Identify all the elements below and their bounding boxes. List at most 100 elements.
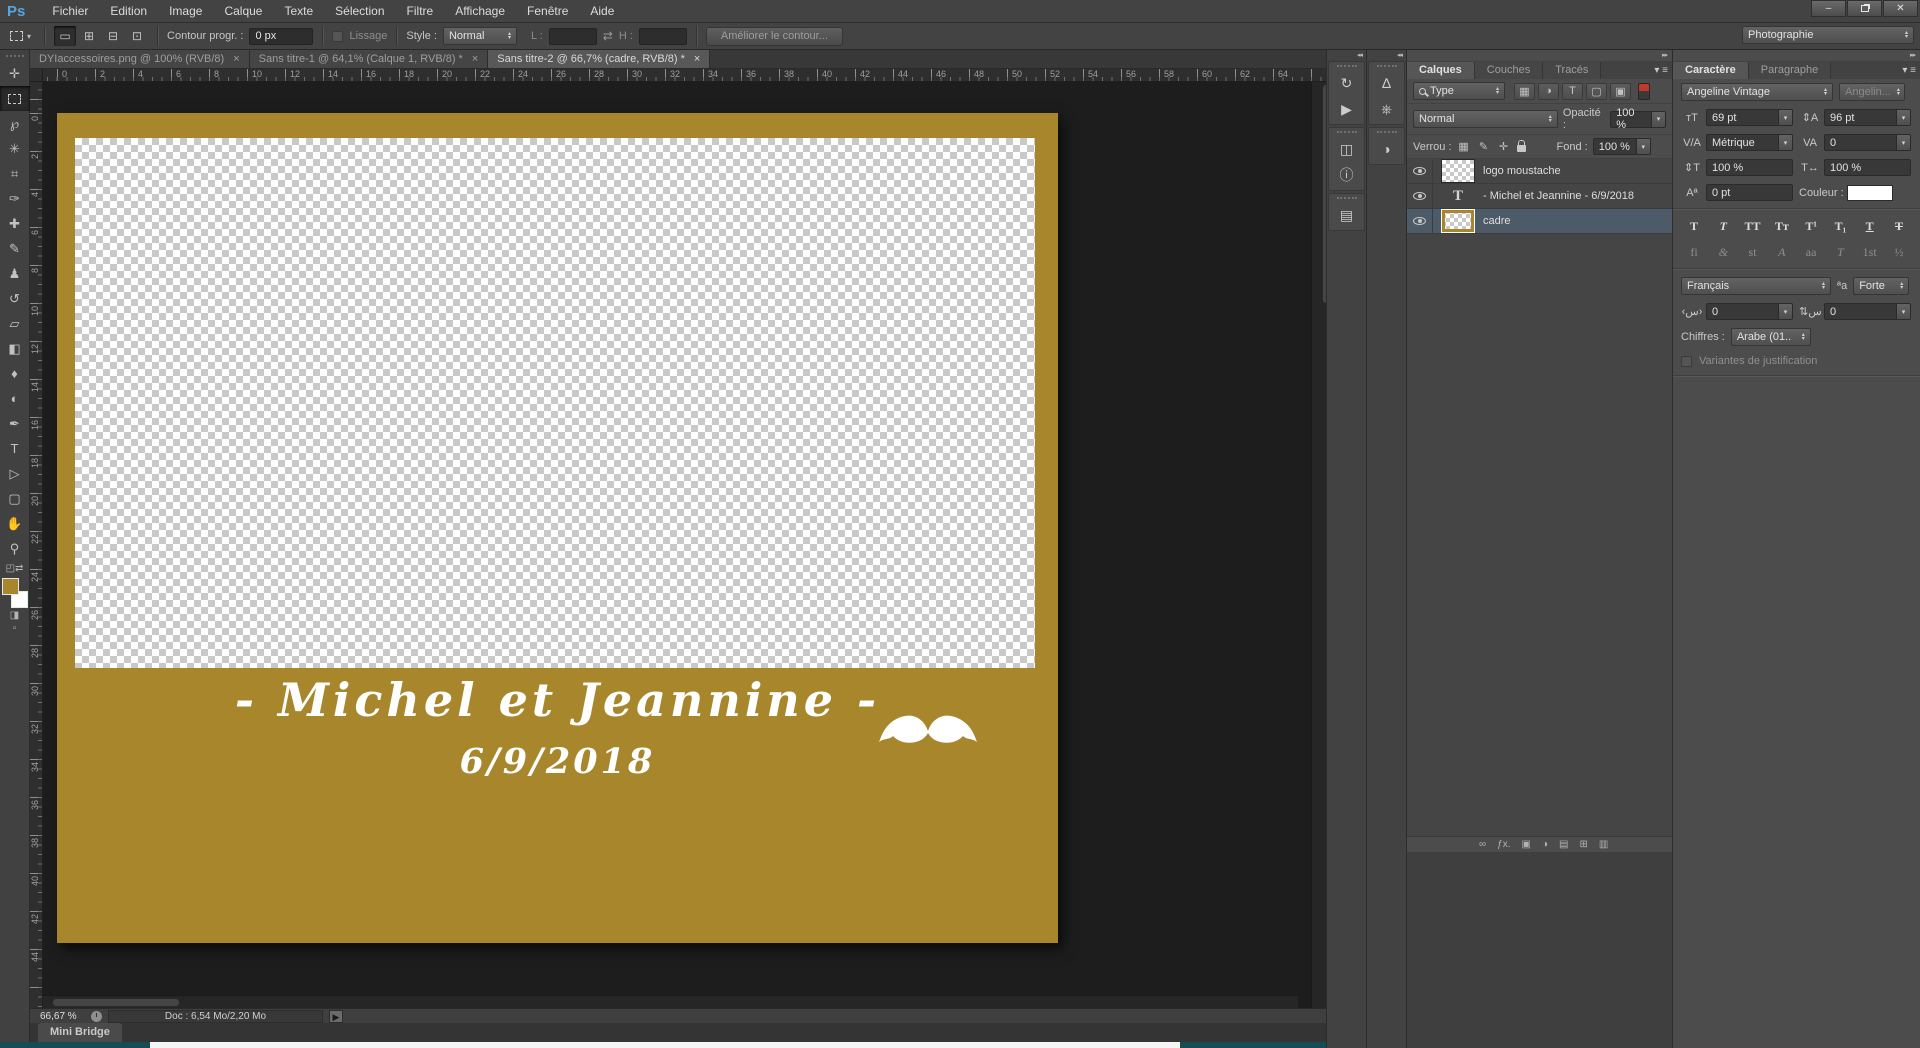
kerning-dropdown[interactable]: Métrique	[1706, 134, 1793, 151]
tracking-dropdown[interactable]: 0	[1824, 134, 1911, 151]
text-layer-thumbnail[interactable]: T	[1441, 184, 1475, 208]
new-adjustment-layer-icon[interactable]: ◑	[1542, 839, 1548, 850]
ordinals-icon[interactable]: 1st	[1859, 243, 1881, 261]
width-input[interactable]	[549, 28, 597, 45]
visibility-cell[interactable]	[1407, 184, 1433, 208]
clone-stamp-tool[interactable]: ♟	[0, 261, 30, 286]
menu-item[interactable]: Image	[158, 0, 213, 23]
layer-style-icon[interactable]: ƒx.	[1497, 839, 1510, 850]
visibility-cell[interactable]	[1407, 159, 1433, 183]
feather-input[interactable]	[249, 28, 313, 45]
eyedropper-tool[interactable]: ✑	[0, 186, 30, 211]
new-layer-icon[interactable]: ⊞	[1579, 839, 1587, 850]
horizontal-ruler[interactable]: 0246810121416182022242628303234363840424…	[43, 69, 1326, 82]
chevron-down-icon[interactable]	[1779, 134, 1793, 151]
chevron-down-icon[interactable]	[1897, 134, 1911, 151]
discretionary-ligatures-icon[interactable]: st	[1742, 243, 1764, 261]
navigator-panel-icon[interactable]: ⎈	[1369, 96, 1404, 122]
antialias-checkbox[interactable]	[332, 31, 343, 42]
quick-mask-icon[interactable]: ◨	[10, 610, 19, 621]
spot-healing-brush-tool[interactable]: ✚	[0, 211, 30, 236]
restore-button[interactable]	[1847, 0, 1882, 17]
vertical-scrollbar[interactable]	[1311, 82, 1326, 1008]
palette-grip[interactable]	[6, 55, 24, 57]
chevron-down-icon[interactable]	[1897, 109, 1911, 126]
underline-icon[interactable]: T	[1859, 217, 1881, 235]
add-selection-icon[interactable]: ⊞	[78, 26, 100, 46]
contextual-alternates-icon[interactable]: aa	[1800, 243, 1822, 261]
style-dropdown[interactable]: Normal	[443, 27, 517, 45]
mini-bridge-tab[interactable]: Mini Bridge	[38, 1023, 122, 1042]
layer-row-selected[interactable]: cadre	[1407, 209, 1672, 234]
lasso-tool[interactable]: ℘	[0, 111, 30, 136]
filter-pixel-layers-icon[interactable]: ▦	[1514, 83, 1535, 100]
status-menu-arrow-icon[interactable]: ▶	[329, 1010, 343, 1023]
brush-tool[interactable]: ✎	[0, 236, 30, 261]
chevron-down-icon[interactable]	[1897, 303, 1911, 320]
type-tool[interactable]: T	[0, 436, 30, 461]
layer-thumbnail[interactable]	[1441, 159, 1475, 183]
menu-item[interactable]: Texte	[273, 0, 324, 23]
document-canvas[interactable]: - Michel et Jeannine - 6/9/2018	[57, 113, 1058, 943]
section-grip[interactable]	[1377, 65, 1397, 67]
document-size-status[interactable]: Doc : 6,54 Mo/2,20 Mo	[108, 1010, 323, 1023]
tab-paragraphe[interactable]: Paragraphe	[1749, 62, 1832, 79]
filter-type-dropdown[interactable]: Type	[1413, 82, 1505, 100]
language-dropdown[interactable]: Français	[1681, 277, 1831, 295]
actions-panel-icon[interactable]: ▶	[1329, 96, 1364, 122]
digits-dropdown[interactable]: Arabe (01..	[1731, 328, 1811, 346]
close-tab-icon[interactable]: ×	[472, 53, 478, 65]
chevron-down-icon[interactable]	[1779, 303, 1793, 320]
ligatures-icon[interactable]: fi	[1683, 243, 1705, 261]
adjustments-panel-icon[interactable]: ◑	[1369, 136, 1404, 162]
tab-traces[interactable]: Tracés	[1543, 62, 1601, 79]
horizontal-scrollbar[interactable]	[43, 995, 1298, 1008]
vertical-ruler[interactable]: 0246810121416182022242628303234363840424…	[30, 82, 43, 1008]
properties-panel-icon[interactable]: ◫	[1329, 136, 1364, 162]
filter-shape-layers-icon[interactable]: ▢	[1586, 83, 1607, 100]
layer-row[interactable]: T - Michel et Jeannine - 6/9/2018	[1407, 184, 1672, 209]
height-input[interactable]	[639, 28, 687, 45]
zoom-level-input[interactable]	[30, 1011, 85, 1022]
opacity-dropdown[interactable]: 100 %	[1610, 111, 1666, 128]
leading-dropdown[interactable]: 96 pt	[1824, 109, 1911, 126]
add-layer-mask-icon[interactable]: ▣	[1521, 839, 1530, 850]
refine-edge-button[interactable]: Améliorer le contour...	[706, 27, 843, 46]
visibility-cell[interactable]	[1407, 209, 1433, 233]
link-layers-icon[interactable]: ∞	[1479, 839, 1486, 850]
intersect-selection-icon[interactable]: ⊡	[126, 26, 148, 46]
hand-tool[interactable]: ✋	[0, 511, 30, 536]
menu-item[interactable]: Filtre	[396, 0, 445, 23]
all-caps-icon[interactable]: TT	[1742, 217, 1764, 235]
paint-bucket-tool[interactable]: ◧	[0, 336, 30, 361]
antialias-dropdown[interactable]: Forte	[1853, 277, 1909, 295]
ruler-corner[interactable]	[30, 69, 43, 82]
document-tab[interactable]: DYIaccessoires.png @ 100% (RVB/8)×	[30, 50, 250, 68]
subtract-selection-icon[interactable]: ⊟	[102, 26, 124, 46]
justification-checkbox[interactable]	[1681, 356, 1692, 367]
rectangular-marquee-tool[interactable]	[0, 86, 30, 111]
section-grip[interactable]	[1377, 131, 1397, 133]
menu-item[interactable]: Fenêtre	[516, 0, 579, 23]
close-tab-icon[interactable]: ×	[233, 53, 239, 65]
filter-toggle-switch[interactable]	[1638, 83, 1650, 100]
tab-calques[interactable]: Calques	[1407, 62, 1475, 79]
chevron-down-icon[interactable]	[1779, 109, 1793, 126]
default-swap-colors-icon[interactable]: ◰⇄	[6, 563, 24, 574]
minimize-button[interactable]: –	[1811, 0, 1846, 17]
section-grip[interactable]	[1337, 131, 1357, 133]
blend-mode-dropdown[interactable]: Normal	[1413, 110, 1558, 128]
font-style-dropdown[interactable]: Angelin...	[1839, 83, 1905, 101]
filter-adjustment-layers-icon[interactable]: ◑	[1538, 83, 1559, 100]
move-tool[interactable]: ✛	[0, 61, 30, 86]
foreground-color-swatch[interactable]	[2, 578, 19, 595]
filter-smart-objects-icon[interactable]: ▣	[1610, 83, 1631, 100]
titling-alternates-icon[interactable]: T	[1829, 243, 1851, 261]
lock-position-icon[interactable]: ✛	[1497, 140, 1511, 154]
menu-item[interactable]: Aide	[579, 0, 625, 23]
panel-menu-icon[interactable]: ≡	[1654, 65, 1668, 76]
faux-italic-icon[interactable]: T	[1712, 217, 1734, 235]
screen-mode-icon[interactable]: ▫	[13, 623, 17, 634]
info-panel-icon[interactable]: ⓘ	[1329, 162, 1364, 188]
superscript-icon[interactable]: T¹	[1800, 217, 1822, 235]
